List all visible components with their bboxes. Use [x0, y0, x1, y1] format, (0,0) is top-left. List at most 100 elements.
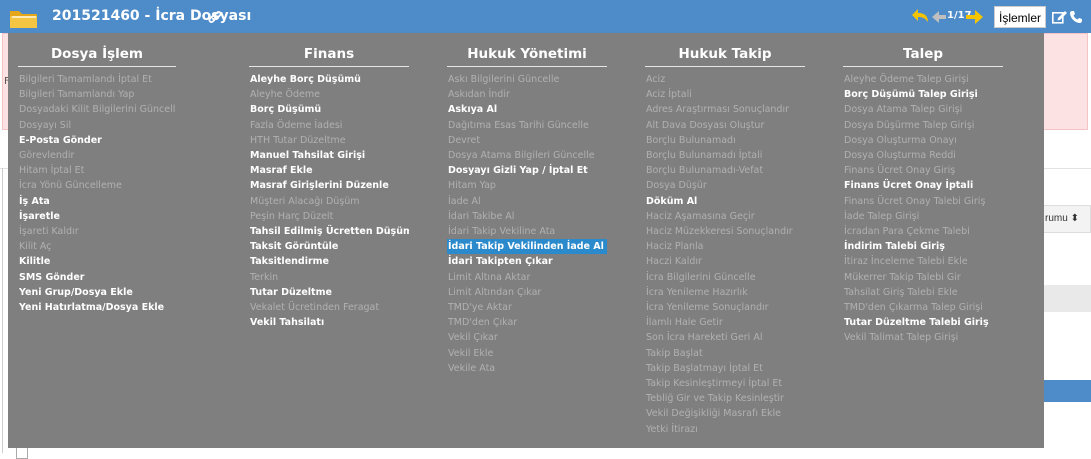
- menu-item: TMD'den Çıkar: [448, 317, 518, 329]
- menu-list: Aciz Aciz İptali Adres Araştırması Sonuçla…: [645, 72, 805, 437]
- menu-item: Dosyayı Sil: [19, 119, 72, 131]
- menu-item: Hitam İptal Et: [19, 165, 85, 177]
- menu-item: Haciz Aşamasına Geçir: [646, 210, 755, 222]
- menu-column-dosya-islem: Dosya İşlem Bilgileri Tamamlandı İptal E…: [18, 46, 176, 315]
- table-row[interactable]: [1043, 285, 1091, 312]
- edit-icon[interactable]: [1052, 9, 1068, 28]
- menu-list: Aleyhe Ödeme Talep Girişi Borç Düşümü Tal…: [843, 72, 1003, 346]
- menu-item: Son İcra Hareketi Geri Al: [646, 332, 763, 344]
- menu-item[interactable]: E-Posta Gönder: [18, 133, 176, 148]
- menu-item: Dosyadaki Kilit Bilgilerini Güncelle: [19, 104, 176, 116]
- menu-item: Finans Ücret Onay Giriş: [844, 165, 956, 177]
- menu-item: Limit Altına Aktar: [448, 271, 531, 283]
- actions-button[interactable]: İşlemler: [994, 6, 1047, 28]
- menu-item: Borçlu Bulunamadı-Vefat: [646, 165, 764, 177]
- menu-item[interactable]: Finans Ücret Onay İptali: [843, 178, 1003, 193]
- menu-item[interactable]: İdari Takip Vekilinden İade Al: [447, 239, 607, 255]
- menu-item[interactable]: Yeni Grup/Dosya Ekle: [18, 285, 176, 300]
- menu-item: TMD'den Çıkarma Talep Girişi: [844, 302, 983, 314]
- menu-item: Görevlendir: [19, 150, 75, 162]
- menu-item[interactable]: Tutar Düzeltme: [249, 285, 409, 300]
- menu-item[interactable]: İdari Takipten Çıkar: [447, 254, 607, 269]
- menu-item[interactable]: Askıya Al: [447, 102, 607, 117]
- menu-item: Mükerrer Takip Talebi Gir: [844, 271, 961, 283]
- menu-column-hukuk-yonetimi: Hukuk Yönetimi Askı Bilgilerini Güncelle…: [447, 46, 607, 376]
- menu-item[interactable]: Taksit Görüntüle: [249, 239, 409, 254]
- menu-item: Vekil Çıkar: [448, 332, 498, 344]
- menu-item: Aciz İptali: [646, 89, 692, 101]
- menu-item: İdari Takip Vekiline Ata: [448, 226, 556, 238]
- menu-column-heading: Hukuk Yönetimi: [447, 46, 607, 67]
- menu-item[interactable]: Tahsil Edilmiş Ücretten Düşüm: [249, 224, 409, 239]
- menu-item: Tahsilat Giriş Talebi Ekle: [844, 286, 958, 298]
- arrow-forward-icon[interactable]: [966, 8, 984, 30]
- menu-item: Terkin: [250, 271, 279, 283]
- menu-item[interactable]: SMS Gönder: [18, 270, 176, 285]
- menu-item: Aleyhe Ödeme Talep Girişi: [844, 74, 969, 85]
- menu-item[interactable]: Borç Düşümü Talep Girişi: [843, 87, 1003, 102]
- menu-item[interactable]: Aleyhe Borç Düşümü: [249, 72, 409, 87]
- menu-item: Limit Altından Çıkar: [448, 286, 542, 298]
- menu-item[interactable]: İş Ata: [18, 194, 176, 209]
- menu-item: Aleyhe Ödeme: [250, 89, 320, 101]
- menu-item[interactable]: Masraf Girişlerini Düzenle: [249, 178, 409, 193]
- menu-item: Vekil Değişikliği Masrafı Ekle: [646, 408, 781, 420]
- menu-item: Dosya Düşür: [646, 180, 707, 192]
- menu-list: Askı Bilgilerini Güncelle Askıdan İndir As…: [447, 72, 607, 376]
- menu-item: Müşteri Alacağı Düşüm: [250, 195, 360, 207]
- menu-item: Haciz Planla: [646, 241, 704, 253]
- menu-column-finans: Finans Aleyhe Borç Düşümü Aleyhe Ödeme Bor…: [249, 46, 409, 330]
- menu-item: İtiraz İnceleme Talebi Ekle: [844, 256, 968, 268]
- menu-item: İlamlı Hale Getir: [646, 317, 723, 329]
- menu-item: Askıdan İndir: [448, 89, 510, 101]
- menu-item: Tebliğ Gir ve Takip Kesinleştir: [646, 393, 784, 405]
- menu-item[interactable]: Kilitle: [18, 254, 176, 269]
- menu-item: İcra Yenileme Hazırlık: [646, 286, 748, 298]
- menu-item: Takip Başlat: [646, 347, 703, 359]
- menu-column-heading: Hukuk Takip: [645, 46, 805, 67]
- menu-item: Alt Dava Dosyası Oluştur: [646, 119, 765, 131]
- menu-item: Adres Araştırması Sonuçlandır: [646, 104, 790, 116]
- table-footer-bar: [1043, 380, 1091, 402]
- menu-item: İşareti Kaldır: [19, 226, 79, 238]
- table-column-header[interactable]: rumu ⬍: [1043, 205, 1091, 233]
- menu-column-heading: Dosya İşlem: [18, 46, 176, 67]
- menu-item[interactable]: Tutar Düzeltme Talebi Giriş: [843, 315, 1003, 330]
- menu-item: Devret: [448, 134, 481, 146]
- menu-item[interactable]: İşaretle: [18, 209, 176, 224]
- row-checkbox[interactable]: [16, 447, 28, 459]
- menu-item: TMD'ye Aktar: [448, 302, 512, 314]
- menu-item[interactable]: Borç Düşümü: [249, 102, 409, 117]
- menu-item[interactable]: Yeni Hatırlatma/Dosya Ekle: [18, 300, 176, 315]
- header-bar: 201521460 - İcra Dosyası 1/17 İşlemler: [0, 0, 1091, 33]
- menu-item: İdari Takibe Al: [448, 210, 515, 222]
- menu-item[interactable]: Manuel Tahsilat Girişi: [249, 148, 409, 163]
- menu-item[interactable]: İndirim Talebi Giriş: [843, 239, 1003, 254]
- menu-item[interactable]: Masraf Ekle: [249, 163, 409, 178]
- menu-item: Vekil Talimat Talep Girişi: [844, 332, 959, 344]
- menu-list: Aleyhe Borç Düşümü Aleyhe Ödeme Borç Düşüm…: [249, 72, 409, 330]
- arrow-back-icon[interactable]: [912, 8, 946, 30]
- phone-icon[interactable]: [1069, 9, 1083, 28]
- menu-item: Dosya Atama Talep Girişi: [844, 104, 963, 116]
- menu-column-heading: Talep: [843, 46, 1003, 67]
- menu-list: Bilgileri Tamamlandı İptal Et Bilgileri T…: [18, 72, 176, 315]
- menu-item[interactable]: Vekil Tahsilatı: [249, 315, 409, 330]
- link-icon[interactable]: [208, 10, 222, 29]
- menu-item: Peşin Harç Düzelt: [250, 210, 334, 222]
- menu-item[interactable]: Taksitlendirme: [249, 254, 409, 269]
- folder-icon: [9, 7, 39, 33]
- menu-item[interactable]: Dosyayı Gizli Yap / İptal Et: [447, 163, 607, 178]
- menu-item: Aciz: [646, 74, 666, 85]
- actions-mega-menu: Dosya İşlem Bilgileri Tamamlandı İptal E…: [8, 33, 1044, 448]
- menu-item: Haciz Müzekkeresi Sonuçlandır: [646, 226, 793, 238]
- menu-item: Vekalet Ücretinden Feragat: [250, 302, 380, 314]
- menu-item: Haczi Kaldır: [646, 256, 702, 268]
- menu-item: Kilit Aç: [19, 241, 52, 253]
- menu-item: İcradan Para Çekme Talebi: [844, 226, 970, 238]
- menu-item: Dağıtıma Esas Tarihi Güncelle: [448, 119, 589, 131]
- menu-item: Takip Kesinleştirmeyi İptal Et: [646, 378, 783, 390]
- menu-item: İade Talep Girişi: [844, 210, 920, 222]
- menu-item[interactable]: Döküm Al: [645, 194, 805, 209]
- menu-item: HTH Tutar Düzeltme: [250, 134, 346, 146]
